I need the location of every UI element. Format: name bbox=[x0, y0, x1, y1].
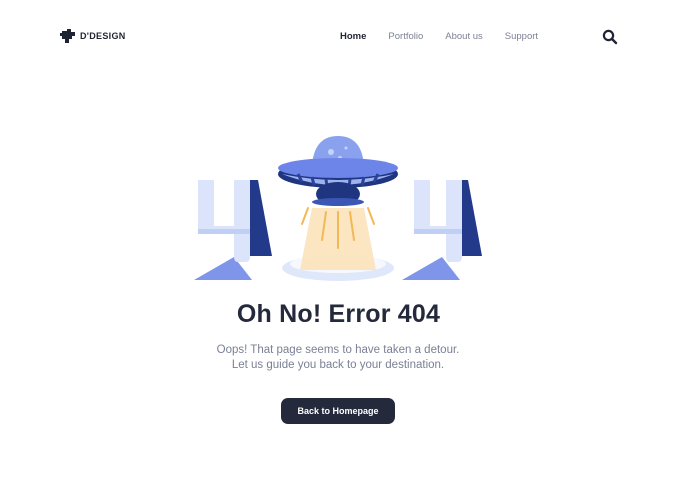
error-title: Oh No! Error 404 bbox=[236, 300, 441, 328]
back-to-homepage-button[interactable]: Back to Homepage bbox=[281, 398, 395, 424]
nav-portfolio[interactable]: Portfolio bbox=[388, 31, 423, 42]
site-header: D'DESIGN Home Portfolio About us Support bbox=[0, 0, 677, 74]
digit-four-right bbox=[402, 180, 482, 280]
ufo-light-beam bbox=[300, 207, 376, 270]
brand-name: D'DESIGN bbox=[80, 31, 126, 41]
brand-logo-icon bbox=[60, 29, 75, 43]
digit-four-left bbox=[194, 180, 272, 280]
search-button[interactable] bbox=[602, 29, 618, 45]
ufo-icon bbox=[278, 136, 398, 206]
nav-about-us[interactable]: About us bbox=[445, 31, 483, 42]
search-icon bbox=[602, 29, 618, 45]
nav-support[interactable]: Support bbox=[505, 31, 538, 42]
error-description: Oops! That page seems to have taken a de… bbox=[216, 344, 460, 371]
error-illustration bbox=[190, 134, 486, 286]
brand-logo[interactable]: D'DESIGN bbox=[60, 29, 126, 43]
main-nav: Home Portfolio About us Support bbox=[340, 31, 560, 42]
nav-home[interactable]: Home bbox=[340, 31, 366, 42]
